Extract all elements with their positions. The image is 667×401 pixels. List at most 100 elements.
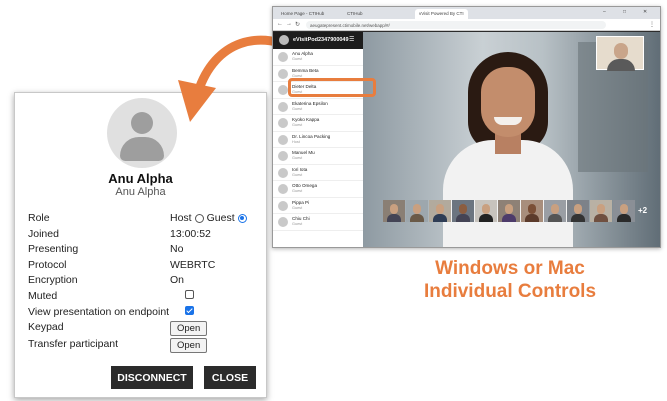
muted-label: Muted xyxy=(28,289,58,302)
person-avatar-icon xyxy=(278,85,288,95)
maximize-icon[interactable]: □ xyxy=(623,9,626,15)
tab-home[interactable]: Home Page - CTIHub xyxy=(277,9,328,19)
participant-item-role: Guest xyxy=(292,106,303,111)
participant-item-name: Kyoko Kappa xyxy=(292,117,320,122)
main-video: +2 xyxy=(363,32,660,247)
thumbnail[interactable] xyxy=(498,200,520,222)
tab-ctihub[interactable]: CTIHub xyxy=(343,9,367,19)
joined-value: 13:00:52 xyxy=(170,227,211,240)
menu-icon[interactable]: ☰ xyxy=(349,36,354,43)
participant-item-role: Host xyxy=(292,139,300,144)
role-guest-label: Guest xyxy=(206,212,235,224)
joined-label: Joined xyxy=(28,227,59,240)
tab-evisit[interactable]: vVisit Powered By CTI xyxy=(415,9,468,19)
participant-item-name: Dr. Lincoa Packing xyxy=(292,133,331,139)
thumbnail-strip xyxy=(383,200,635,222)
person-avatar-icon xyxy=(278,167,288,178)
thumbnail[interactable] xyxy=(452,200,474,222)
person-avatar-icon xyxy=(278,200,288,211)
person-avatar-icon xyxy=(278,134,288,145)
thumbnail[interactable] xyxy=(613,200,635,222)
participant-item-name: Otto Omega xyxy=(292,183,318,188)
row-muted: Muted xyxy=(28,289,260,305)
participant-item[interactable]: Iori Iota Guest xyxy=(273,165,363,181)
participant-item[interactable]: Dr. Lincoa Packing Host xyxy=(273,132,363,148)
participant-name: Anu Alpha xyxy=(108,171,173,186)
more-participants-count[interactable]: +2 xyxy=(638,206,647,215)
participant-display-name: Anu Alpha xyxy=(115,186,166,198)
thumbnail[interactable] xyxy=(544,200,566,222)
view-presentation-label: View presentation on endpoint xyxy=(28,305,170,318)
participant-item[interactable]: Manuel Mu Guest xyxy=(273,148,363,165)
muted-checkbox[interactable] xyxy=(185,289,194,299)
participant-item[interactable]: Chiu Chi Guest xyxy=(273,214,363,231)
participant-item-role: Guest xyxy=(292,156,303,160)
highlight-box xyxy=(288,78,376,97)
participant-item[interactable]: Otto Omega Guest xyxy=(273,181,363,198)
participant-item-role: Guest xyxy=(292,172,303,177)
address-bar: ← → ↻ aeugatepresent.ctimobile.net/webap… xyxy=(273,19,660,31)
transfer-label: Transfer participant xyxy=(28,338,119,351)
encryption-label: Encryption xyxy=(28,274,78,287)
presenting-label: Presenting xyxy=(28,243,79,256)
participant-item-role: Guest xyxy=(292,222,303,226)
row-view-presentation: View presentation on endpoint xyxy=(28,305,260,321)
participant-item-name: Ekaterina Epsilon xyxy=(292,100,328,106)
participant-item[interactable]: Ekaterina Epsilon Guest xyxy=(273,99,363,115)
thumbnail[interactable] xyxy=(521,200,543,222)
participant-item[interactable]: Kyoko Kappa Guest xyxy=(273,115,363,132)
thumbnail[interactable] xyxy=(590,200,612,222)
row-keypad: Keypad Open xyxy=(28,320,260,337)
keypad-label: Keypad xyxy=(28,321,64,334)
participant-item-name: Bemma Beta xyxy=(292,67,319,73)
evisit-app: eVisitPod2347900049 ☰ Anu Alpha Guest Bem… xyxy=(273,32,660,247)
back-icon[interactable]: ← xyxy=(277,21,283,27)
participant-properties: Role Host Guest Joined 13:00:52 Presenti… xyxy=(28,211,260,354)
view-presentation-checkbox[interactable] xyxy=(185,305,194,315)
role-label: Role xyxy=(28,212,50,224)
person-avatar-icon xyxy=(278,118,288,128)
presenting-value: No xyxy=(170,243,184,256)
thumbnail[interactable] xyxy=(567,200,589,222)
row-encryption: Encryption On xyxy=(28,273,260,289)
close-window-icon[interactable]: ✕ xyxy=(643,9,647,15)
reload-icon[interactable]: ↻ xyxy=(295,21,300,28)
person-avatar-icon xyxy=(278,184,288,194)
caption: Windows or Mac Individual Controls xyxy=(390,257,630,303)
participant-item-role: Guest xyxy=(292,57,303,61)
participant-item[interactable]: Pippa Pi Guest xyxy=(273,198,363,214)
participant-item-name: Pippa Pi xyxy=(292,199,310,205)
keypad-open-button[interactable]: Open xyxy=(170,321,208,337)
self-avatar-icon xyxy=(279,35,289,45)
thumbnail[interactable] xyxy=(475,200,497,222)
minimize-icon[interactable]: – xyxy=(603,9,606,15)
person-avatar-icon xyxy=(278,52,288,62)
participant-item[interactable]: Anu Alpha Guest xyxy=(273,49,363,66)
role-host-label: Host xyxy=(170,212,192,224)
close-button[interactable]: CLOSE xyxy=(204,366,256,389)
conference-title: eVisitPod2347900049 xyxy=(293,37,349,43)
participant-item-role: Guest xyxy=(292,189,303,193)
thumbnail[interactable] xyxy=(406,200,428,222)
row-presenting: Presenting No xyxy=(28,242,260,258)
person-avatar-icon xyxy=(278,101,288,112)
protocol-value: WEBRTC xyxy=(170,258,216,271)
browser-menu-icon[interactable]: ⋮ xyxy=(649,21,655,28)
forward-icon[interactable]: → xyxy=(286,21,292,27)
person-avatar-icon xyxy=(278,151,288,161)
thumbnail[interactable] xyxy=(429,200,451,222)
row-role: Role Host Guest xyxy=(28,211,260,227)
person-avatar-icon xyxy=(278,68,288,79)
disconnect-button[interactable]: DISCONNECT xyxy=(111,366,193,389)
app-header: eVisitPod2347900049 ☰ xyxy=(273,32,363,49)
tab-strip: Home Page - CTIHub CTIHub vVisit Powered… xyxy=(273,7,660,19)
participant-item-role: Guest xyxy=(292,123,303,127)
browser-window: Home Page - CTIHub CTIHub vVisit Powered… xyxy=(272,6,661,248)
url-field[interactable]: aeugatepresent.ctimobile.net/webapp/#/ xyxy=(306,21,606,29)
thumbnail[interactable] xyxy=(383,200,405,222)
role-guest-radio[interactable] xyxy=(237,213,247,223)
transfer-open-button[interactable]: Open xyxy=(170,338,208,354)
role-host-radio[interactable] xyxy=(194,213,204,223)
participant-item-role: Guest xyxy=(292,205,303,210)
participant-item-role: Guest xyxy=(292,73,303,78)
